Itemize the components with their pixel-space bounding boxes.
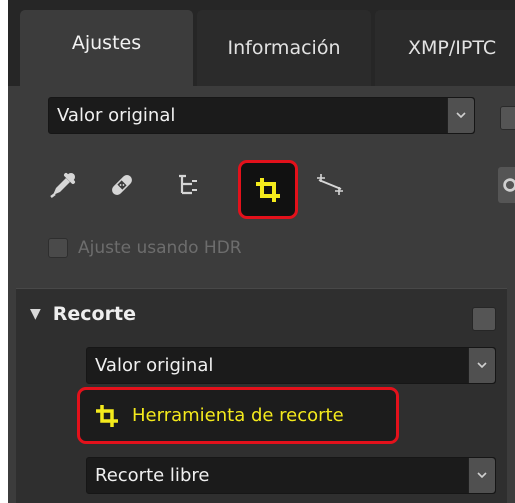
gear-icon[interactable] (498, 167, 515, 203)
crop-section-title: Recorte (52, 303, 136, 325)
adjustments-panel: Ajustes Información XMP/IPTC Valor origi… (8, 0, 515, 503)
crop-tool-label: Herramienta de recorte (132, 405, 344, 426)
chevron-down-icon[interactable] (468, 348, 495, 383)
tree-list-icon[interactable] (170, 167, 206, 203)
chevron-down-icon[interactable] (468, 458, 495, 493)
tab-ajustes[interactable]: Ajustes (20, 10, 193, 86)
tab-strip: Ajustes Información XMP/IPTC (8, 0, 515, 86)
hdr-checkbox[interactable] (48, 238, 68, 258)
preset-select-value: Valor original (57, 105, 176, 126)
collapse-triangle-icon[interactable]: ▼ (30, 306, 41, 322)
side-checkbox[interactable] (500, 106, 515, 130)
crop-ratio-select[interactable]: Recorte libre (86, 457, 496, 494)
crop-section-checkbox[interactable] (472, 307, 496, 331)
crop-icon (256, 177, 280, 202)
crop-tool-button[interactable] (238, 160, 298, 219)
crop-tool-wide-button[interactable]: Herramienta de recorte (77, 387, 399, 444)
crop-preset-value: Valor original (95, 355, 214, 376)
chevron-down-icon[interactable] (447, 98, 474, 133)
hdr-label: Ajuste usando HDR (78, 238, 242, 258)
healing-bandage-icon[interactable] (104, 167, 140, 203)
crop-preset-select[interactable]: Valor original (86, 347, 496, 384)
tab-informacion[interactable]: Información (197, 10, 371, 86)
color-picker-icon[interactable] (45, 167, 81, 203)
crop-section: ▼ Recorte Valor original Herramienta de … (16, 288, 507, 503)
tab-xmp-iptc[interactable]: XMP/IPTC (375, 10, 515, 86)
hdr-option: Ajuste usando HDR (48, 233, 242, 263)
straighten-icon[interactable] (312, 167, 348, 203)
preset-select[interactable]: Valor original (48, 97, 475, 134)
crop-ratio-value: Recorte libre (95, 465, 210, 486)
crop-section-header[interactable]: ▼ Recorte (30, 303, 136, 325)
crop-icon (96, 404, 118, 427)
